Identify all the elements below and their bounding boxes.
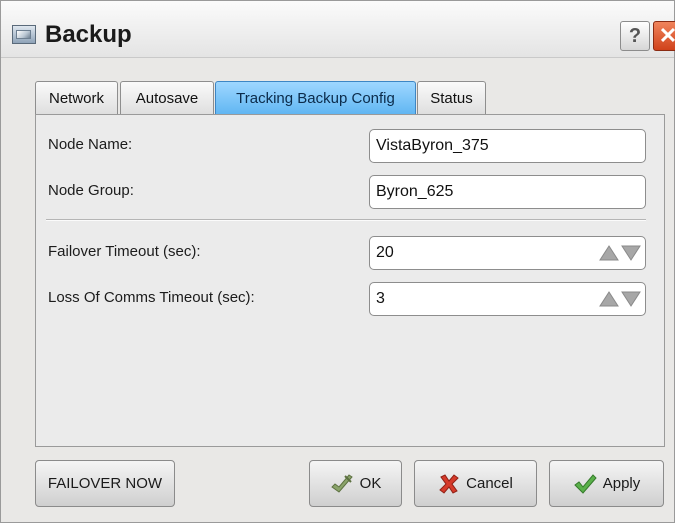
tab-panel [35,114,665,447]
node-group-input[interactable] [369,175,646,209]
help-button[interactable]: ? [620,21,650,51]
close-button[interactable]: ✕ [653,21,675,51]
loss-of-comms-spinner[interactable]: 3 [369,282,646,316]
window-icon [12,25,36,44]
down-triangle-icon[interactable] [621,244,641,262]
tab-autosave[interactable]: Autosave [120,81,214,115]
loss-of-comms-label: Loss Of Comms Timeout (sec): [48,289,255,306]
failover-now-button[interactable]: FAILOVER NOW [35,460,175,507]
cancel-label: Cancel [466,475,513,492]
tab-tracking-backup-config[interactable]: Tracking Backup Config [215,81,416,115]
failover-timeout-spinner[interactable]: 20 [369,236,646,270]
backup-dialog: Backup ? ✕ Network Autosave Tracking Bac… [0,0,675,523]
ok-button[interactable]: OK [309,460,402,507]
up-triangle-icon[interactable] [599,244,619,262]
green-check-icon [573,473,597,494]
down-triangle-icon[interactable] [621,290,641,308]
failover-timeout-value: 20 [376,244,394,261]
ok-label: OK [359,475,382,492]
window-title: Backup [45,21,132,48]
failover-timeout-label: Failover Timeout (sec): [48,243,201,260]
loss-of-comms-value: 3 [376,290,385,307]
node-group-label: Node Group: [48,182,134,199]
apply-label: Apply [602,475,641,492]
title-bar[interactable]: Backup ? ✕ [1,1,675,58]
failover-now-label: FAILOVER NOW [47,475,163,492]
red-x-icon [439,473,459,494]
section-divider [46,219,646,221]
tab-status[interactable]: Status [417,81,486,115]
cancel-button[interactable]: Cancel [414,460,537,507]
node-name-label: Node Name: [48,136,133,153]
tab-network[interactable]: Network [35,81,118,115]
up-triangle-icon[interactable] [599,290,619,308]
apply-button[interactable]: Apply [549,460,664,507]
pencil-check-icon [330,473,353,493]
node-name-input[interactable] [369,129,646,163]
